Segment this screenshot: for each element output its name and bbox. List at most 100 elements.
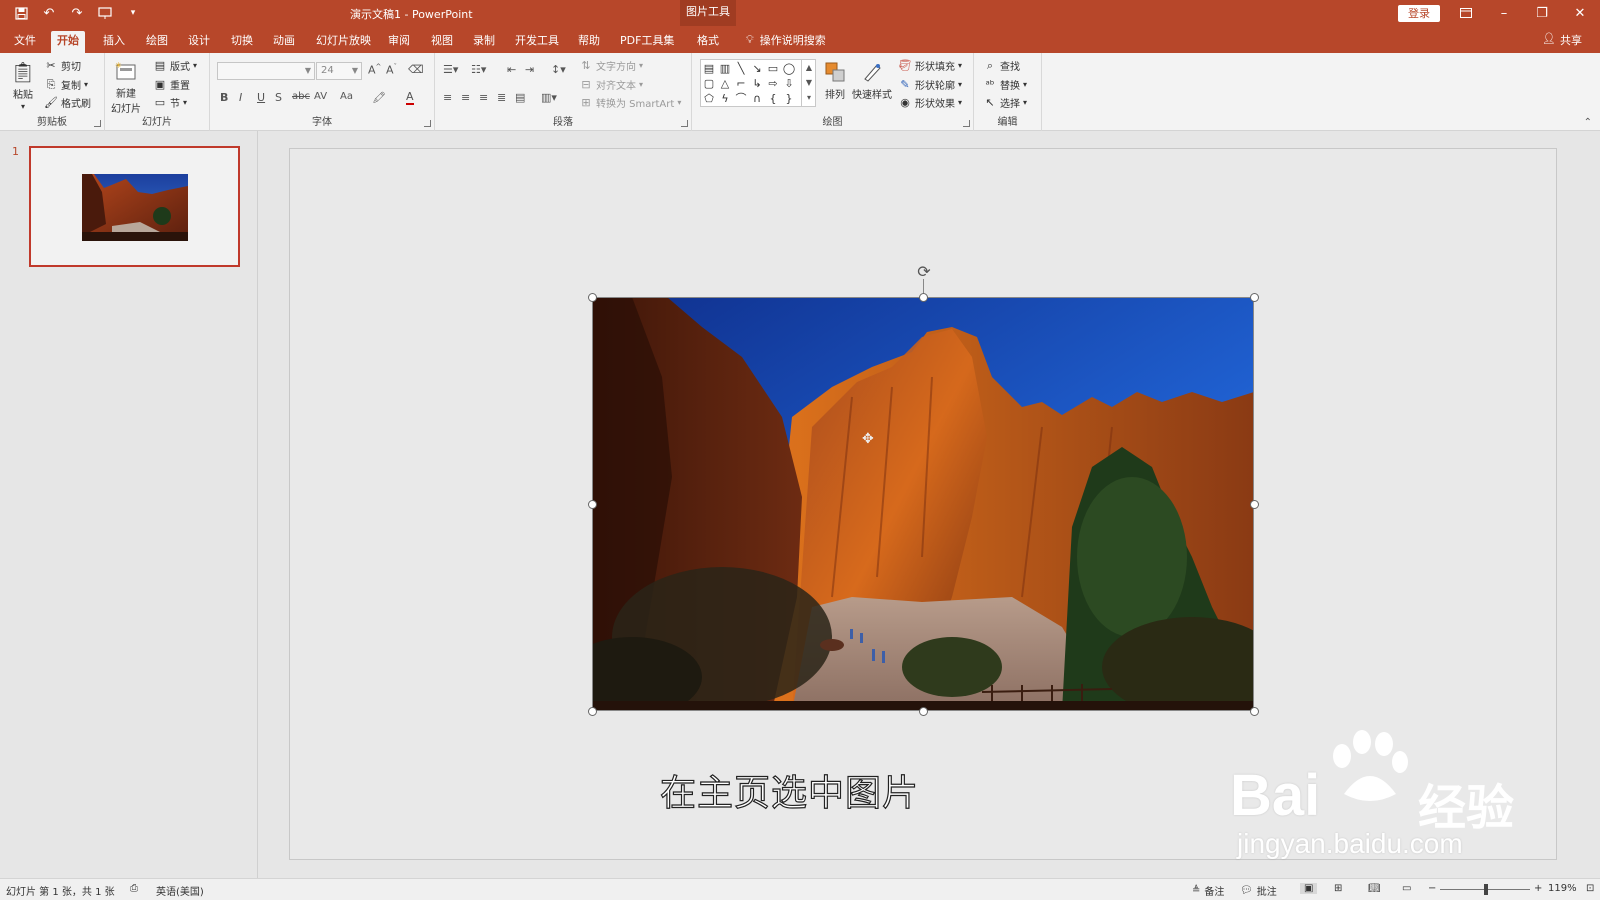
left-brace-shape-icon[interactable]: { (767, 92, 779, 105)
resize-handle-top[interactable] (919, 293, 928, 302)
arrange-button[interactable]: 排列 (822, 59, 848, 101)
tab-draw[interactable]: 绘图 (140, 31, 174, 53)
tab-developer[interactable]: 开发工具 (509, 31, 565, 53)
line-shape-icon[interactable]: ╲ (735, 62, 747, 75)
shape-effects-button[interactable]: ◉ 形状效果 ▾ (898, 95, 962, 110)
tell-me-search[interactable]: 💡︎ 操作说明搜索 (746, 32, 826, 48)
strikethrough-button[interactable]: abc (292, 91, 310, 102)
layout-button[interactable]: ▤ 版式 ▾ (153, 58, 197, 73)
tab-slideshow[interactable]: 幻灯片放映 (310, 31, 377, 53)
zoom-level[interactable]: 119% (1548, 883, 1577, 894)
bullets-icon[interactable]: ☰▾ (443, 63, 458, 76)
share-button[interactable]: 👤︎ 共享 (1542, 32, 1582, 48)
paste-button[interactable]: 📋︎ 粘贴 ▾ (10, 59, 36, 111)
tab-review[interactable]: 审阅 (382, 31, 416, 53)
highlight-icon[interactable]: 🖍︎ (372, 91, 386, 104)
shadow-button[interactable]: S (275, 91, 282, 104)
tab-format[interactable]: 格式 (691, 31, 725, 53)
minimize-icon[interactable]: – (1490, 3, 1518, 23)
tab-insert[interactable]: 插入 (97, 31, 131, 53)
dialog-launcher-icon[interactable] (94, 120, 101, 127)
right-arrow-shape-icon[interactable]: ⇨ (767, 77, 779, 90)
select-button[interactable]: ↖ 选择 ▾ (983, 95, 1027, 110)
restore-icon[interactable]: ❐ (1528, 3, 1556, 23)
resize-handle-left[interactable] (588, 500, 597, 509)
tab-view[interactable]: 视图 (425, 31, 459, 53)
selected-picture[interactable] (592, 297, 1254, 711)
tab-design[interactable]: 设计 (182, 31, 216, 53)
align-center-icon[interactable]: ≡ (461, 91, 470, 104)
tab-animations[interactable]: 动画 (267, 31, 301, 53)
convert-smartart-button[interactable]: ⊞ 转换为 SmartArt ▾ (579, 95, 681, 110)
redo-icon[interactable]: ↷ (68, 4, 86, 22)
normal-view-icon[interactable]: ▣ (1300, 883, 1318, 894)
freeform-shape-icon[interactable]: ⬠ (703, 92, 715, 105)
elbow-connector-shape-icon[interactable]: ⌐ (735, 77, 747, 90)
resize-handle-top-left[interactable] (588, 293, 597, 302)
tab-transitions[interactable]: 切换 (225, 31, 259, 53)
right-brace-shape-icon[interactable]: } (783, 92, 795, 105)
align-right-icon[interactable]: ≡ (479, 91, 488, 104)
text-direction-button[interactable]: ⇅ 文字方向 ▾ (579, 58, 643, 73)
quick-styles-button[interactable]: 快速样式 (852, 59, 892, 101)
lightning-shape-icon[interactable]: ϟ (719, 92, 731, 105)
customize-qat-icon[interactable]: ▾ (124, 4, 142, 22)
zoom-in-icon[interactable]: + (1534, 883, 1542, 894)
slide-caption[interactable]: 在主页选中图片 (659, 764, 950, 816)
arrow-line-shape-icon[interactable]: ↘ (751, 62, 763, 75)
increase-indent-icon[interactable]: ⇥ (525, 63, 534, 76)
tab-record[interactable]: 录制 (467, 31, 501, 53)
fit-to-window-icon[interactable]: ⊡ (1586, 883, 1594, 894)
find-button[interactable]: ⌕ 查找 (983, 58, 1020, 74)
section-button[interactable]: ▭ 节 ▾ (153, 95, 187, 110)
zoom-out-icon[interactable]: − (1428, 883, 1436, 894)
replace-button[interactable]: ᵃᵇ 替换 ▾ (983, 77, 1027, 92)
numbering-icon[interactable]: ☷▾ (471, 63, 486, 76)
resize-handle-bottom-left[interactable] (588, 707, 597, 716)
tab-file[interactable]: 文件 (8, 31, 42, 53)
save-icon[interactable] (12, 4, 30, 22)
close-icon[interactable]: ✕ (1566, 3, 1594, 23)
arc-shape-icon[interactable]: ⌒ (735, 92, 747, 105)
justify-icon[interactable]: ≣ (497, 91, 506, 104)
italic-button[interactable]: I (239, 91, 242, 104)
font-color-button[interactable]: A (406, 91, 414, 105)
tab-pdf-tools[interactable]: PDF工具集 (614, 31, 680, 53)
change-case-button[interactable]: Aa (340, 91, 353, 102)
dialog-launcher-icon[interactable] (424, 120, 431, 127)
slideshow-icon[interactable]: ▭ (1402, 883, 1411, 894)
format-painter-button[interactable]: 🖌︎ 格式刷 (44, 95, 91, 110)
bold-button[interactable]: B (220, 91, 228, 104)
resize-handle-top-right[interactable] (1250, 293, 1259, 302)
collapse-ribbon-icon[interactable]: ⌃ (1584, 117, 1592, 128)
rounded-rect-shape-icon[interactable]: ▢ (703, 77, 715, 90)
slide-thumbnail[interactable] (29, 146, 240, 267)
down-arrow-shape-icon[interactable]: ⇩ (783, 77, 795, 90)
line-spacing-icon[interactable]: ↕▾ (551, 63, 566, 76)
undo-icon[interactable]: ↶ (40, 4, 58, 22)
present-icon[interactable] (96, 4, 114, 22)
reset-button[interactable]: ▣ 重置 (153, 77, 190, 92)
login-button[interactable]: 登录 (1398, 5, 1440, 22)
spellcheck-icon[interactable]: ⎙ (130, 883, 138, 894)
new-slide-button[interactable]: ✳ 新建 幻灯片 (111, 59, 141, 115)
vertical-textbox-shape-icon[interactable]: ▥ (719, 62, 731, 75)
font-name-combo[interactable]: ▼ (217, 62, 315, 80)
language-indicator[interactable]: 英语(美国) (156, 883, 204, 898)
align-text-button[interactable]: ⊟ 对齐文本 ▾ (579, 77, 643, 92)
gallery-scroll-icon[interactable]: ▲ ▼ ▾ (801, 60, 816, 106)
tab-home[interactable]: 开始 (51, 31, 85, 53)
shrink-font-icon[interactable]: Aˇ (386, 63, 397, 77)
resize-handle-right[interactable] (1250, 500, 1259, 509)
resize-handle-bottom-right[interactable] (1250, 707, 1259, 716)
curve-shape-icon[interactable]: ∩ (751, 92, 763, 105)
bent-arrow-shape-icon[interactable]: ↳ (751, 77, 763, 90)
copy-button[interactable]: ⎘ 复制 ▾ (44, 77, 88, 93)
slide-sorter-icon[interactable]: ⊞ (1334, 883, 1342, 894)
tab-help[interactable]: 帮助 (572, 31, 606, 53)
dialog-launcher-icon[interactable] (681, 120, 688, 127)
rotate-handle-icon[interactable]: ⟳ (913, 260, 935, 282)
textbox-shape-icon[interactable]: ▤ (703, 62, 715, 75)
underline-button[interactable]: U (257, 91, 265, 104)
distributed-icon[interactable]: ▤ (515, 91, 525, 104)
